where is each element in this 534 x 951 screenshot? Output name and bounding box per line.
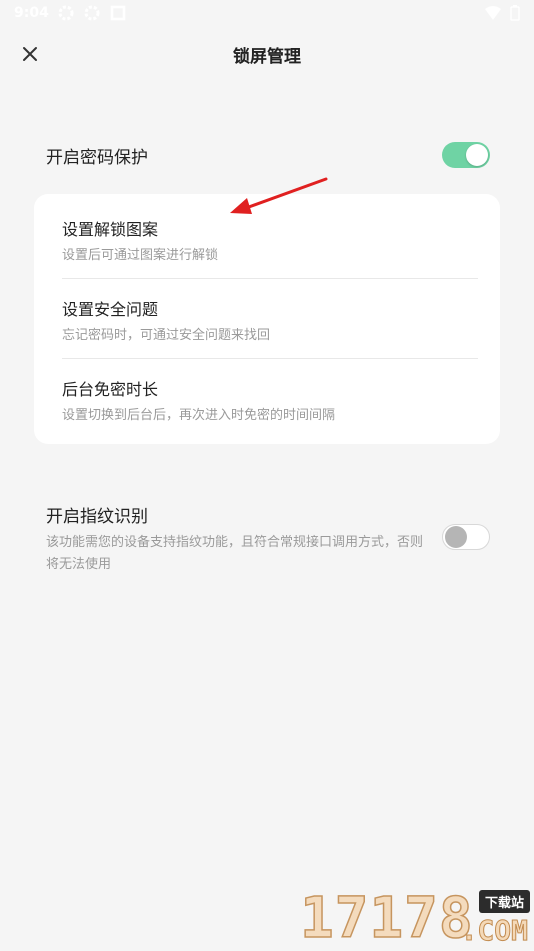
settings-card: 设置解锁图案 设置后可通过图案进行解锁 设置安全问题 忘记密码时，可通过安全问题…: [34, 194, 500, 444]
watermark-digits: 17178: [299, 886, 474, 951]
item-description: 忘记密码时，可通过安全问题来找回: [62, 328, 271, 343]
fingerprint-description: 该功能需您的设备支持指纹功能，且符合常规接口调用方式，否则将无法使用: [46, 535, 424, 572]
item-title: 设置解锁图案: [62, 220, 159, 239]
watermark-tag: 下载站: [478, 890, 530, 913]
password-protection-label: 开启密码保护: [46, 148, 148, 168]
set-security-question-item[interactable]: 设置安全问题 忘记密码时，可通过安全问题来找回: [62, 274, 478, 354]
item-description: 设置切换到后台后，再次进入时免密的时间间隔: [62, 408, 336, 423]
toggle-knob: [445, 526, 467, 548]
settings-gear-icon: [84, 5, 100, 21]
toggle-knob: [466, 144, 488, 166]
status-icons-right: [484, 5, 520, 25]
status-time: 9:04: [14, 5, 49, 21]
battery-icon: [510, 5, 520, 25]
item-description: 设置后可通过图案进行解锁: [62, 248, 219, 263]
fingerprint-section: 开启指纹识别 该功能需您的设备支持指纹功能，且符合常规接口调用方式，否则将无法使…: [46, 502, 492, 582]
status-bar: 9:04: [0, 0, 534, 28]
background-no-password-duration-item[interactable]: 后台免密时长 设置切换到后台后，再次进入时免密的时间间隔: [62, 354, 478, 434]
watermark-domain: .COM: [460, 914, 528, 948]
item-title: 设置安全问题: [62, 300, 159, 319]
password-protection-toggle[interactable]: [442, 142, 490, 168]
password-protection-row: 开启密码保护: [46, 142, 492, 170]
status-icons-left: [58, 5, 126, 21]
fingerprint-toggle[interactable]: [442, 524, 490, 550]
page-title: 锁屏管理: [233, 47, 301, 67]
set-unlock-pattern-item[interactable]: 设置解锁图案 设置后可通过图案进行解锁: [62, 194, 478, 274]
settings-gear-icon: [58, 5, 74, 21]
notification-icon: [110, 5, 126, 21]
fingerprint-label: 开启指纹识别: [46, 507, 148, 527]
site-watermark-logo: 17178 下载站 .COM: [299, 886, 530, 951]
wifi-icon: [484, 5, 502, 25]
item-title: 后台免密时长: [62, 380, 159, 399]
